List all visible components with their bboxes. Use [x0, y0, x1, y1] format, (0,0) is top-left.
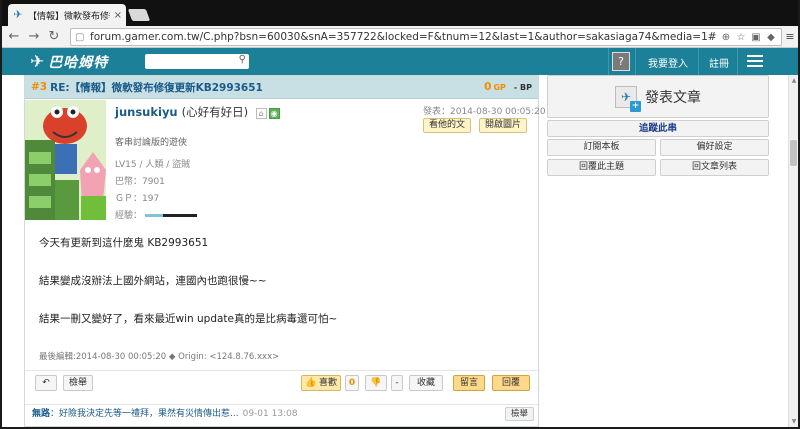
- like-button[interactable]: 👍 喜歡: [301, 375, 341, 391]
- edit-info: 最後編輯:2014-08-30 00:05:20 ◆ Origin: <124.…: [39, 352, 280, 362]
- logo-text: 巴哈姆特: [48, 54, 109, 71]
- preferences-button[interactable]: 偏好設定: [660, 139, 769, 156]
- browser-tab[interactable]: ✈ 【情報】微軟發布修復更新 ×: [8, 4, 126, 26]
- url-text[interactable]: forum.gamer.com.tw/C.php?bsn=60030&snA=3…: [87, 31, 717, 43]
- header-divider: [698, 48, 699, 75]
- header-divider: [737, 48, 738, 75]
- gp-count: 0: [484, 81, 492, 93]
- reload-icon[interactable]: ↻: [46, 29, 62, 45]
- back-arrow-icon[interactable]: ←: [6, 29, 22, 45]
- zoom-icon[interactable]: ⊕: [720, 32, 732, 43]
- reply-text[interactable]: ：好險我決定先等一禮拜，果然有災情傳出惹...: [50, 409, 239, 419]
- new-post-icon: ✈ +: [615, 85, 641, 112]
- dislike-count: -: [391, 375, 403, 391]
- register-link[interactable]: 註冊: [709, 55, 729, 70]
- username[interactable]: junsukiyu (心好有好日): [115, 105, 248, 119]
- collect-button[interactable]: 收藏: [409, 375, 443, 391]
- site-header: ✈ 巴哈姆特 ⚲ ? 我要登入 註冊: [2, 48, 798, 75]
- user-tagline: 客串討論版的遊俠: [115, 138, 188, 148]
- chrome-menu-icon[interactable]: ≡: [784, 30, 796, 44]
- user-info: junsukiyu (心好有好日) ⌂ ◉ 客串討論版的遊俠 LV15 / 人類…: [115, 104, 535, 225]
- user-coins: 巴幣：7901: [115, 177, 165, 187]
- hamburger-menu-icon[interactable]: [747, 55, 763, 68]
- undo-icon[interactable]: ↶: [35, 375, 57, 391]
- avatar-image: [25, 100, 106, 220]
- article-list-button[interactable]: 回文章列表: [660, 159, 769, 176]
- track-thread-button[interactable]: 追蹤此串: [547, 120, 769, 137]
- exp-bar: [145, 214, 198, 217]
- extension-icon[interactable]: ▣: [750, 32, 762, 43]
- subscribe-board-button[interactable]: 訂閱本板: [547, 139, 656, 156]
- dislike-button[interactable]: 👎: [365, 375, 387, 391]
- search-icon[interactable]: ⚲: [239, 54, 246, 65]
- reply-comment: 無路：好險我決定先等一禮拜，果然有災情傳出惹... 09-01 13:08 檢舉: [25, 404, 540, 422]
- sidebar-button-grid: 訂閱本板 偏好設定 回覆此主題 回文章列表: [547, 139, 769, 176]
- like-count: 0: [345, 375, 359, 391]
- header-divider: [608, 48, 609, 75]
- scroll-up-icon[interactable]: ▲: [789, 77, 799, 84]
- view-posts-button[interactable]: 看他的文: [423, 118, 472, 133]
- forum-post: #3 RE:【情報】微軟發布修復更新KB2993651 0 GP - BP ju…: [24, 75, 546, 427]
- reply-button[interactable]: 回覆: [492, 375, 530, 391]
- sidebar: ✈ + 發表文章 追蹤此串 訂閱本板 偏好設定 回覆此主題 回文章列表: [547, 75, 771, 176]
- header-divider: [635, 48, 636, 75]
- tab-strip: ✈ 【情報】微軟發布修復更新 ×: [2, 0, 798, 26]
- gp-label: GP: [493, 82, 506, 92]
- bahamut-favicon-icon: ✈: [13, 8, 23, 21]
- posted-time: 發表：2014-08-30 00:05:20: [423, 107, 546, 117]
- reply-user[interactable]: 無路: [32, 409, 50, 419]
- rss-icon[interactable]: ◉: [268, 107, 280, 119]
- post-paragraph: 今天有更新到這什麼鬼 KB2993651: [39, 237, 209, 249]
- user-avatar[interactable]: [25, 100, 106, 220]
- reply-report-button[interactable]: 檢舉: [505, 407, 535, 421]
- extension-puzzle-icon[interactable]: ◆: [765, 32, 777, 43]
- post-title-bar: #3 RE:【情報】微軟發布修復更新KB2993651 0 GP - BP: [25, 76, 538, 99]
- bookmark-star-icon[interactable]: ☆: [735, 32, 747, 43]
- comment-button[interactable]: 留言: [453, 375, 485, 391]
- site-logo[interactable]: ✈ 巴哈姆特: [30, 51, 108, 72]
- browser-window: ✈ 【情報】微軟發布修復更新 × ← → ↻ ▢ forum.gamer.com…: [0, 0, 800, 429]
- user-level: LV15 / 人類 / 盜賊: [115, 160, 191, 170]
- tab-close-icon[interactable]: ×: [114, 10, 122, 21]
- user-stats: LV15 / 人類 / 盜賊 巴幣：7901 ＧＰ：197 經驗：: [115, 157, 535, 225]
- page-scrollbar[interactable]: ▲ ▼: [788, 75, 798, 427]
- site-search-input[interactable]: ⚲: [145, 54, 249, 69]
- forward-arrow-icon[interactable]: →: [26, 29, 42, 45]
- post-paragraph: 結果變成沒辦法上國外網站，連國內也跑很慢~~: [39, 275, 267, 287]
- post-body: 今天有更新到這什麼鬼 KB2993651 結果變成沒辦法上國外網站，連國內也跑很…: [39, 235, 529, 349]
- reply-topic-button[interactable]: 回覆此主題: [547, 159, 656, 176]
- post-title[interactable]: RE:【情報】微軟發布修復更新KB2993651: [50, 80, 484, 95]
- bahamut-logo-icon: ✈: [30, 51, 45, 72]
- open-images-button[interactable]: 開啟圖片: [479, 118, 528, 133]
- page-content: #3 RE:【情報】微軟發布修復更新KB2993651 0 GP - BP ju…: [2, 75, 788, 427]
- new-tab-button[interactable]: [127, 9, 151, 21]
- scrollbar-thumb[interactable]: [790, 140, 797, 166]
- login-link[interactable]: 我要登入: [648, 55, 688, 70]
- user-gp: ＧＰ：197: [115, 194, 160, 204]
- bp-label: - BP: [513, 82, 532, 92]
- scroll-down-icon[interactable]: ▼: [789, 418, 799, 425]
- like-label: 喜歡: [319, 378, 338, 388]
- post-floor: #3: [31, 81, 48, 93]
- exp-bar-fill: [145, 214, 163, 217]
- address-bar[interactable]: ▢ forum.gamer.com.tw/C.php?bsn=60030&snA…: [70, 28, 782, 46]
- post-article-button[interactable]: ✈ + 發表文章: [547, 75, 769, 118]
- home-icon[interactable]: ⌂: [255, 107, 267, 119]
- post-paragraph: 結果一刪又變好了，看來最近win update真的是比病毒還可怕~: [39, 313, 338, 325]
- browser-toolbar: ← → ↻ ▢ forum.gamer.com.tw/C.php?bsn=600…: [2, 26, 798, 48]
- username-text[interactable]: junsukiyu: [115, 105, 178, 119]
- report-button[interactable]: 檢舉: [63, 375, 93, 391]
- tab-title: 【情報】微軟發布修復更新: [28, 11, 110, 22]
- reply-date: 09-01 13:08: [242, 409, 298, 419]
- user-nickname: (心好有好日): [181, 105, 249, 119]
- post-actions: ↶ 檢舉 👍 喜歡 0 👎 - 收藏 留言 回覆: [25, 370, 540, 394]
- post-article-label: 發表文章: [645, 89, 701, 106]
- user-avatar-icon[interactable]: ?: [612, 52, 630, 71]
- user-exp-label: 經驗：: [115, 211, 143, 221]
- page-info-icon[interactable]: ▢: [75, 32, 87, 43]
